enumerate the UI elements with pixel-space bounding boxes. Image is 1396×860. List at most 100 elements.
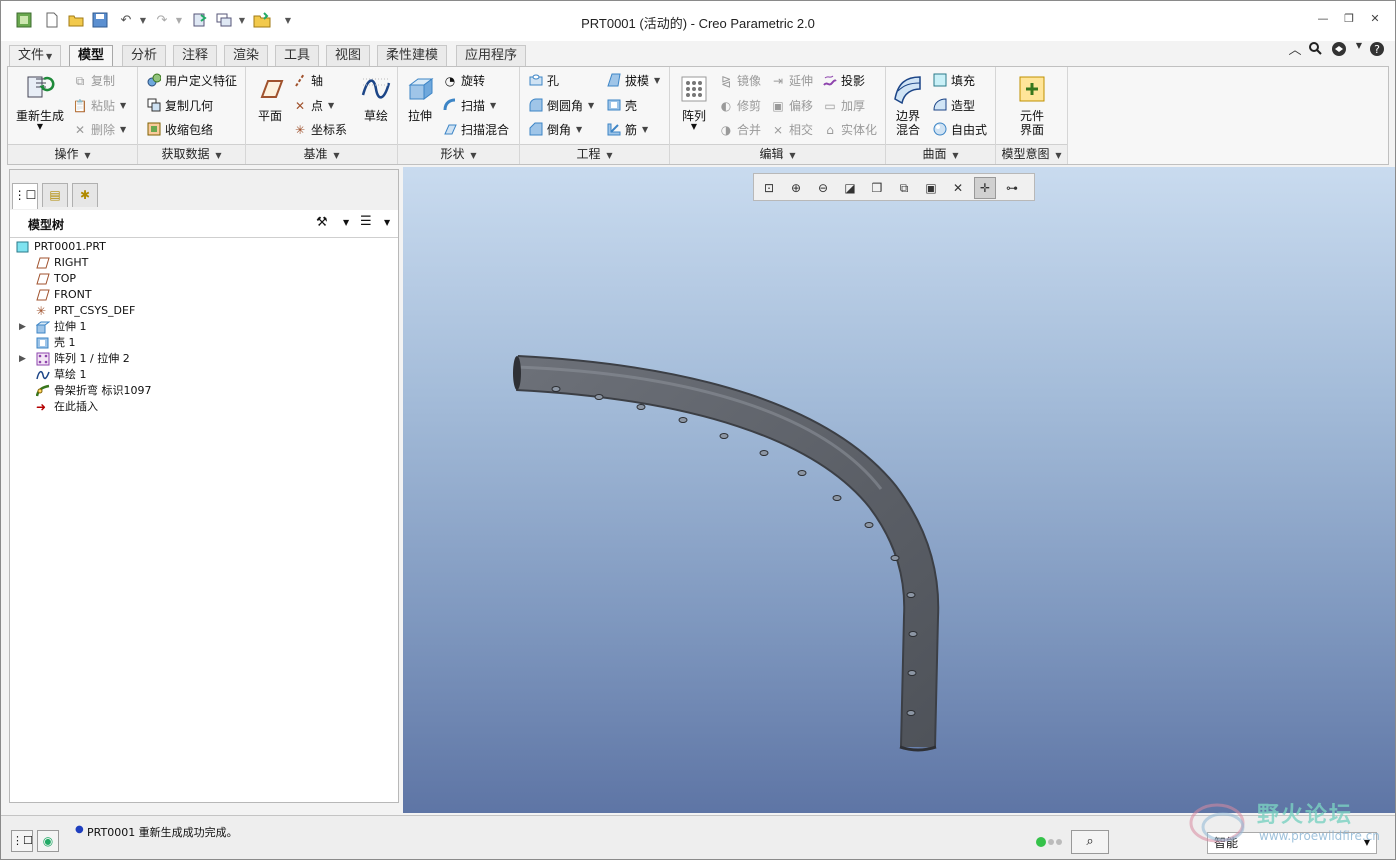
group-model-intent-footer[interactable]: 模型意图 ▼ — [996, 144, 1067, 164]
minimize-icon[interactable]: — — [1315, 12, 1331, 28]
graphics-viewport[interactable]: ⊡ ⊕ ⊖ ◪ ❒ ⧉ ▣ ✕ ✛ ⊶ — [403, 167, 1395, 813]
thicken-button[interactable]: ▭ 加厚 — [822, 95, 865, 117]
expand-arrow-icon[interactable]: ▶ — [19, 351, 26, 367]
tab-view[interactable]: 视图 — [326, 45, 371, 66]
model-tree-panel: ⋮☐ ▤ ✱ 模型树 ⚒ ▼ ☰ ▼ PRT0001.PRT RIGHT TOP… — [9, 169, 399, 803]
chamfer-button[interactable]: 倒角 ▼ — [528, 119, 582, 141]
windows-dropdown-icon[interactable]: ▼ — [233, 11, 251, 29]
close-window-folder-icon[interactable] — [253, 11, 271, 29]
customize-toolbar-icon[interactable]: ▼ — [279, 11, 297, 29]
regenerate-button[interactable]: 重新生成 ▼ — [14, 73, 66, 131]
ribbon-tab-row: 文件 ▼ 模型 分析 注释 渲染 工具 视图 柔性建模 应用程序 ︿ ▼ ? — [1, 39, 1395, 67]
new-file-icon[interactable] — [43, 11, 61, 29]
point-button[interactable]: ✕ 点 ▼ — [292, 95, 334, 117]
regenerate-icon[interactable] — [191, 11, 209, 29]
extrude-button[interactable]: 拉伸 — [402, 73, 438, 123]
draft-button[interactable]: 拔模 ▼ — [606, 70, 660, 92]
pattern-button[interactable]: 阵列 ▼ — [674, 73, 714, 131]
bent-tube-model[interactable] — [403, 167, 1395, 813]
redo-icon[interactable]: ↷ — [153, 11, 171, 29]
group-editing-footer[interactable]: 编辑 ▼ — [670, 144, 885, 164]
tab-annotate[interactable]: 注释 — [173, 45, 218, 66]
offset-button[interactable]: ▣ 偏移 — [770, 95, 813, 117]
copy-button[interactable]: ⧉ 复制 — [72, 70, 115, 92]
group-operations-footer[interactable]: 操作 ▼ — [8, 144, 137, 164]
fill-button[interactable]: 填充 — [932, 70, 975, 92]
mirror-button[interactable]: ⧎ 镜像 — [718, 70, 761, 92]
tree-show-icon[interactable]: ☰ — [360, 214, 372, 229]
tab-flexible-modeling[interactable]: 柔性建模 — [377, 45, 448, 66]
community-icon[interactable] — [1331, 41, 1347, 57]
tree-show-dropdown-icon[interactable]: ▼ — [384, 218, 390, 227]
toggle-navigator-icon[interactable]: ⋮☐ — [11, 830, 33, 852]
expand-arrow-icon[interactable]: ▶ — [19, 319, 26, 335]
datum-plane-icon — [36, 289, 50, 301]
extend-button[interactable]: ⇥ 延伸 — [770, 70, 813, 92]
undo-dropdown-icon[interactable]: ▼ — [134, 11, 152, 29]
merge-button[interactable]: ◑ 合并 — [718, 119, 761, 141]
csys-button[interactable]: ✳ 坐标系 — [292, 119, 347, 141]
group-surfaces-footer[interactable]: 曲面 ▼ — [886, 144, 995, 164]
tab-favorites[interactable]: ✱ — [72, 183, 98, 207]
tab-model-tree[interactable]: ⋮☐ — [12, 183, 38, 209]
tab-model[interactable]: 模型 — [69, 45, 114, 67]
minimize-ribbon-icon[interactable]: ︿ — [1287, 39, 1303, 58]
windows-icon[interactable] — [215, 11, 233, 29]
tab-render[interactable]: 渲染 — [224, 45, 269, 66]
round-button[interactable]: 倒圆角 ▼ — [528, 95, 594, 117]
intersect-button[interactable]: ⨯ 相交 — [770, 119, 813, 141]
boundary-blend-button[interactable]: 边界 混合 — [888, 73, 928, 137]
shrinkwrap-button[interactable]: 收缩包络 — [146, 119, 213, 141]
component-interface-button[interactable]: 元件 界面 — [1010, 73, 1054, 137]
shell-button[interactable]: 壳 — [606, 95, 637, 117]
group-datum-footer[interactable]: 基准 ▼ — [246, 144, 397, 164]
group-engineering-footer[interactable]: 工程 ▼ — [520, 144, 669, 164]
plane-button[interactable]: 平面 — [252, 73, 288, 123]
save-icon[interactable] — [91, 11, 109, 29]
tab-applications[interactable]: 应用程序 — [456, 45, 527, 66]
close-icon[interactable]: ✕ — [1367, 12, 1383, 28]
sketch-button[interactable]: 草绘 — [358, 73, 394, 123]
community-dropdown-icon[interactable]: ▼ — [1351, 41, 1367, 57]
style-button[interactable]: 造型 — [932, 95, 975, 117]
revolve-button[interactable]: ◔ 旋转 — [442, 70, 485, 92]
selection-filter-select[interactable]: 智能 ▼ — [1207, 832, 1377, 854]
udf-button[interactable]: 用户定义特征 — [146, 70, 237, 92]
search-icon[interactable] — [1307, 41, 1323, 57]
help-icon[interactable]: ? — [1369, 41, 1385, 57]
copy-geometry-button[interactable]: 复制几何 — [146, 95, 213, 117]
swept-blend-button[interactable]: 扫描混合 — [442, 119, 509, 141]
tree-settings-icon[interactable]: ⚒ — [316, 215, 328, 230]
axis-button[interactable]: 轴 — [292, 70, 323, 92]
trim-button[interactable]: ◐ 修剪 — [718, 95, 761, 117]
tab-tools[interactable]: 工具 — [275, 45, 320, 66]
undo-icon[interactable]: ↶ — [117, 11, 135, 29]
group-get-data-footer[interactable]: 获取数据 ▼ — [138, 144, 245, 164]
find-binoculars-icon[interactable]: ⌕ — [1071, 830, 1109, 854]
hole-icon — [528, 73, 544, 89]
freestyle-button[interactable]: 自由式 — [932, 119, 987, 141]
boundary-blend-icon — [894, 76, 921, 105]
group-shapes-footer[interactable]: 形状 ▼ — [398, 144, 519, 164]
copy-geometry-label: 复制几何 — [165, 99, 214, 113]
rib-button[interactable]: 筋 ▼ — [606, 119, 648, 141]
delete-button[interactable]: ✕ 删除 ▼ — [72, 119, 126, 141]
copy-geometry-icon — [146, 98, 162, 114]
open-folder-icon[interactable] — [67, 11, 85, 29]
app-logo-icon[interactable] — [15, 11, 33, 29]
solidify-button[interactable]: ⌂ 实体化 — [822, 119, 877, 141]
restore-icon[interactable]: ❐ — [1341, 12, 1357, 28]
tab-analysis[interactable]: 分析 — [122, 45, 167, 66]
tree-settings-dropdown-icon[interactable]: ▼ — [343, 218, 349, 227]
style-icon — [932, 98, 948, 114]
tab-file[interactable]: 文件 ▼ — [9, 45, 62, 66]
revolve-icon: ◔ — [444, 74, 456, 88]
sweep-button[interactable]: 扫描 ▼ — [442, 95, 496, 117]
hole-button[interactable]: 孔 — [528, 70, 559, 92]
browser-icon[interactable]: ◉ — [37, 830, 59, 852]
intersect-label: 相交 — [789, 123, 814, 137]
project-button[interactable]: 投影 — [822, 70, 865, 92]
redo-dropdown-icon[interactable]: ▼ — [170, 11, 188, 29]
paste-button[interactable]: 📋 粘贴 ▼ — [72, 95, 127, 117]
tab-folder-browser[interactable]: ▤ — [42, 183, 68, 207]
